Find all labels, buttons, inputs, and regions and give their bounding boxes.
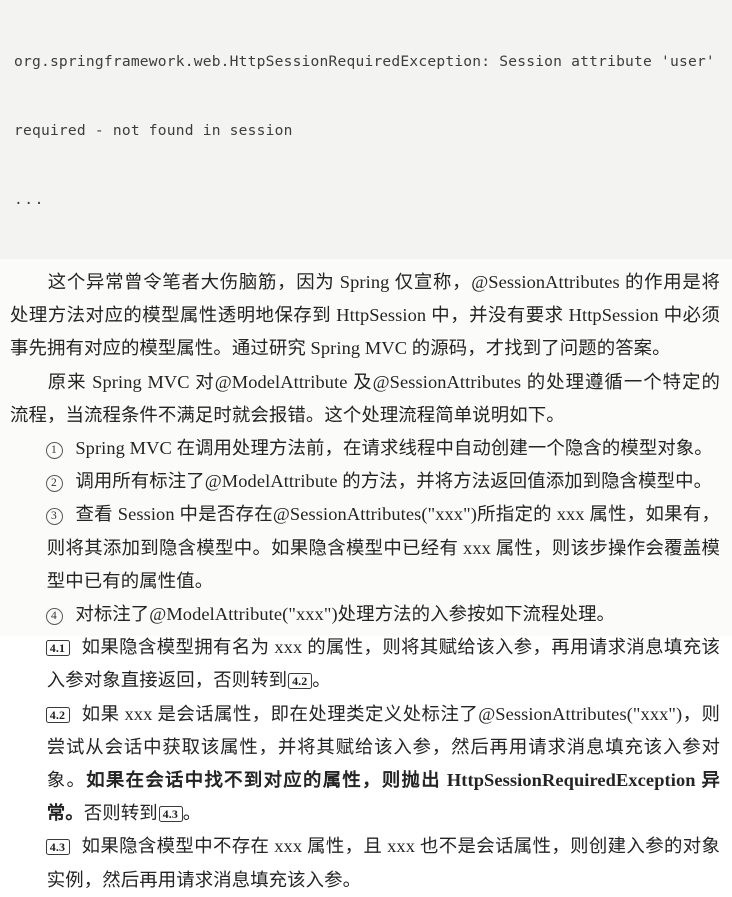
body-text-region: 这个异常曾令笔者大伤脑筋，因为 Spring 仅宣称，@SessionAttri… [0, 259, 732, 897]
paragraph-2: 原来 Spring MVC 对@ModelAttribute 及@Session… [10, 371, 720, 425]
substep-42-text-after: 。 [182, 803, 202, 824]
substep-42-text-bold-1: 如果在会话中找不到对应的属性，则抛出 [86, 770, 447, 791]
boxed-number-43-icon: 4.3 [45, 839, 70, 856]
circled-number-4-icon: 4 [45, 608, 63, 626]
step-4-text: 对标注了@ModelAttribute("xxx")处理方法的入参按如下流程处理… [75, 604, 616, 625]
substep-item-4-1: 4.1 如果隐含模型拥有名为 xxx 的属性，则将其赋给该入参，再用请求消息填充该… [10, 631, 720, 697]
step-item-2: 2 调用所有标注了@ModelAttribute 的方法，并将方法返回值添加到隐含… [10, 465, 720, 498]
substep-41-text-after: 。 [312, 670, 331, 691]
circled-number-1-icon: 1 [45, 442, 63, 460]
step-item-4: 4 对标注了@ModelAttribute("xxx")处理方法的入参按如下流程处… [10, 598, 720, 631]
step-item-1: 1 Spring MVC 在调用处理方法前，在请求线程中自动创建一个隐含的模型对象… [10, 432, 720, 465]
code-block: org.springframework.web.HttpSessionRequi… [0, 0, 732, 259]
step-1-text: Spring MVC 在调用处理方法前，在请求线程中自动创建一个隐含的模型对象。 [75, 438, 713, 459]
boxed-ref-42-icon: 4.2 [288, 673, 313, 690]
boxed-number-41-icon: 4.1 [45, 640, 70, 657]
substep-item-4-2: 4.2 如果 xxx 是会话属性，即在处理类定义处标注了@SessionAttri… [10, 698, 720, 831]
paragraph-1: 这个异常曾令笔者大伤脑筋，因为 Spring 仅宣称，@SessionAttri… [10, 272, 720, 359]
code-ellipsis: ... [14, 191, 45, 208]
circled-number-2-icon: 2 [45, 475, 63, 493]
code-line-1: org.springframework.web.HttpSessionRequi… [14, 53, 715, 70]
substep-41-text-before: 如果隐含模型拥有名为 xxx 的属性，则将其赋给该入参，再用请求消息填充该入参对… [46, 637, 720, 691]
substep-43-text: 如果隐含模型中不存在 xxx 属性，且 xxx 也不是会话属性，则创建入参的对象… [46, 836, 720, 890]
exception-name-highlight: HttpSessionRequiredException [446, 770, 696, 791]
boxed-ref-43-icon: 4.3 [158, 806, 183, 823]
step-3-text: 查看 Session 中是否存在@SessionAttributes("xxx"… [46, 504, 720, 591]
step-item-3: 3 查看 Session 中是否存在@SessionAttributes("xxx… [10, 498, 720, 598]
code-line-2: required - not found in session [14, 122, 293, 139]
boxed-number-42-icon: 4.2 [45, 706, 70, 723]
page-canvas: org.springframework.web.HttpSessionRequi… [0, 0, 732, 890]
step-2-text: 调用所有标注了@ModelAttribute 的方法，并将方法返回值添加到隐含模… [75, 471, 713, 492]
substep-42-text-normal-2: 否则转到 [83, 803, 158, 824]
circled-number-3-icon: 3 [45, 508, 63, 526]
substep-item-4-3: 4.3 如果隐含模型中不存在 xxx 属性，且 xxx 也不是会话属性，则创建入参… [10, 830, 720, 896]
